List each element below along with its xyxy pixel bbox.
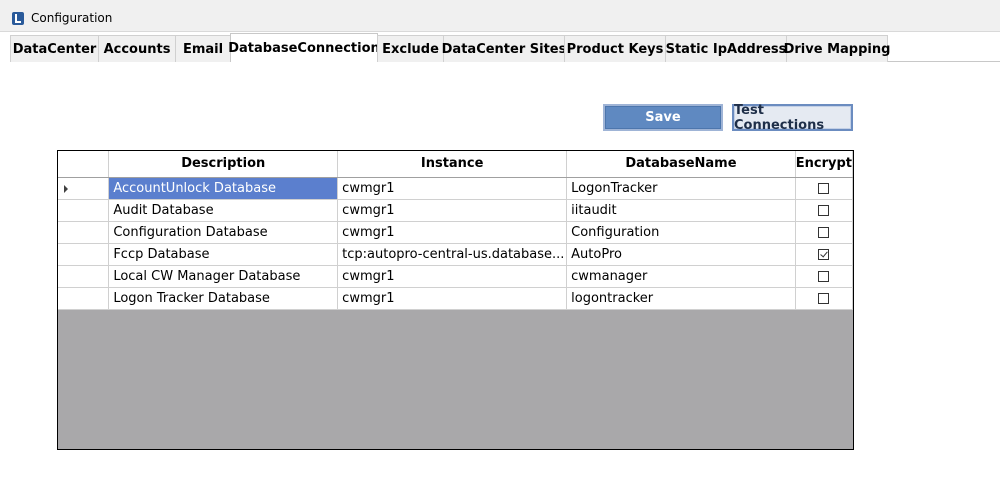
cell-encrypt[interactable] — [795, 265, 853, 288]
cell-description[interactable]: Local CW Manager Database — [108, 265, 339, 288]
tab-accounts[interactable]: Accounts — [98, 35, 176, 62]
column-header-instance[interactable]: Instance — [337, 151, 568, 178]
row-header-corner — [58, 151, 110, 178]
row-header[interactable] — [58, 243, 110, 266]
cell-database[interactable]: iitaudit — [566, 199, 796, 222]
table-row[interactable]: Local CW Manager Database cwmgr1 cwmanag… — [58, 265, 853, 288]
row-header[interactable] — [58, 265, 110, 288]
tab-static-ipaddress[interactable]: Static IpAddress — [665, 35, 787, 62]
cell-encrypt[interactable] — [795, 199, 853, 222]
database-connections-grid[interactable]: Description Instance DatabaseName Encryp… — [57, 150, 854, 450]
cell-encrypt[interactable] — [795, 243, 853, 266]
test-connections-button[interactable]: Test Connections — [732, 103, 853, 133]
tab-datacenter-sites[interactable]: DataCenter Sites — [442, 35, 566, 62]
header-row: Description Instance DatabaseName Encryp… — [58, 151, 853, 178]
cell-encrypt[interactable] — [795, 177, 853, 200]
cell-description[interactable]: AccountUnlock Database — [108, 177, 339, 200]
window-title: Configuration — [31, 11, 113, 25]
table-row[interactable]: Configuration Database cwmgr1 Configurat… — [58, 221, 853, 244]
cell-description[interactable]: Audit Database — [108, 199, 339, 222]
encrypt-checkbox[interactable] — [818, 270, 830, 282]
cell-encrypt[interactable] — [795, 221, 853, 244]
grid-table: Description Instance DatabaseName Encryp… — [58, 151, 853, 310]
table-row[interactable]: Audit Database cwmgr1 iitaudit — [58, 199, 853, 222]
column-header-description[interactable]: Description — [108, 151, 339, 178]
row-header[interactable] — [58, 177, 110, 200]
row-header[interactable] — [58, 287, 110, 310]
table-row[interactable]: Logon Tracker Database cwmgr1 logontrack… — [58, 287, 853, 310]
column-header-encrypt[interactable]: Encrypt — [795, 151, 853, 178]
cell-database[interactable]: LogonTracker — [566, 177, 796, 200]
tab-email[interactable]: Email — [175, 35, 231, 62]
cell-encrypt[interactable] — [795, 287, 853, 310]
tab-drive-mapping[interactable]: Drive Mapping — [784, 35, 890, 62]
app-icon — [12, 12, 24, 25]
encrypt-checkbox[interactable] — [818, 248, 830, 260]
encrypt-checkbox[interactable] — [818, 182, 830, 194]
cell-instance[interactable]: cwmgr1 — [337, 287, 568, 310]
tab-exclude[interactable]: Exclude — [377, 35, 444, 62]
column-header-databasename[interactable]: DatabaseName — [566, 151, 796, 178]
save-button[interactable]: Save — [603, 104, 723, 131]
row-header[interactable] — [58, 199, 110, 222]
cell-instance[interactable]: cwmgr1 — [337, 199, 568, 222]
tab-databaseconnection[interactable]: DatabaseConnection — [228, 33, 380, 62]
table-row[interactable]: Fccp Database tcp:autopro-central-us.dat… — [58, 243, 853, 266]
cell-description[interactable]: Logon Tracker Database — [108, 287, 339, 310]
cell-instance[interactable]: tcp:autopro-central-us.database... — [337, 243, 568, 266]
encrypt-checkbox[interactable] — [818, 226, 830, 238]
encrypt-checkbox[interactable] — [818, 292, 830, 304]
cell-database[interactable]: logontracker — [566, 287, 796, 310]
cell-instance[interactable]: cwmgr1 — [337, 265, 568, 288]
table-row[interactable]: AccountUnlock Database cwmgr1 LogonTrack… — [58, 177, 853, 200]
cell-database[interactable]: Configuration — [566, 221, 796, 244]
title-bar: Configuration — [0, 0, 1000, 32]
tab-datacenter[interactable]: DataCenter — [10, 35, 99, 62]
cell-database[interactable]: AutoPro — [566, 243, 796, 266]
encrypt-checkbox[interactable] — [818, 204, 830, 216]
current-row-arrow-icon — [64, 184, 68, 193]
cell-description[interactable]: Configuration Database — [108, 221, 339, 244]
tab-strip: DataCenter Accounts Email DatabaseConnec… — [10, 33, 890, 62]
cell-database[interactable]: cwmanager — [566, 265, 796, 288]
tab-product-keys[interactable]: Product Keys — [564, 35, 666, 62]
cell-instance[interactable]: cwmgr1 — [337, 177, 568, 200]
cell-description[interactable]: Fccp Database — [108, 243, 339, 266]
row-header[interactable] — [58, 221, 110, 244]
cell-instance[interactable]: cwmgr1 — [337, 221, 568, 244]
